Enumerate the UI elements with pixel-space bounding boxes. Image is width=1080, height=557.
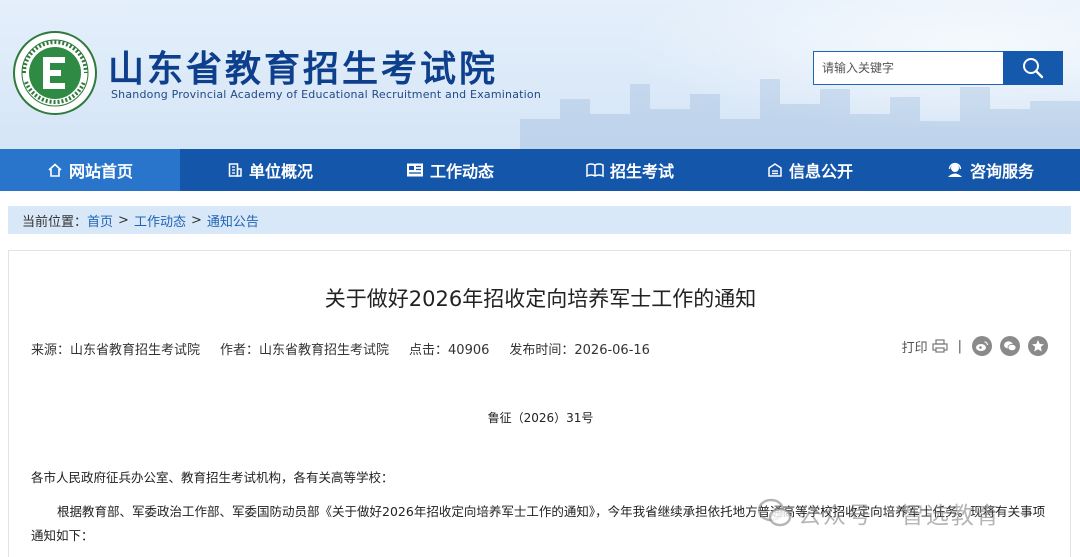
info-icon	[768, 163, 782, 177]
breadcrumb-separator: >	[118, 212, 129, 228]
nav-item-admission[interactable]: 招生考试	[540, 149, 720, 191]
nav-label: 工作动态	[429, 162, 494, 181]
home-icon	[48, 163, 62, 177]
watermark-text: 公众号 · 智选教育	[798, 503, 1001, 529]
breadcrumb: 当前位置： 首页 > 工作动态 > 通知公告	[8, 206, 1071, 234]
meta-source: 来源：山东省教育招生考试院	[31, 343, 201, 358]
breadcrumb-home-link[interactable]: 首页	[87, 211, 113, 230]
nav-label: 网站首页	[68, 162, 133, 181]
main-nav: 网站首页 单位概况 工作动态 招生考试 信息公开 咨询服务	[0, 149, 1080, 191]
meta-clicks: 点击：40906	[409, 343, 490, 358]
site-logo[interactable]	[12, 30, 98, 116]
news-icon	[406, 163, 423, 177]
article-tools: 打印 |	[902, 336, 1048, 356]
article-title: 关于做好2026年招收定向培养军士工作的通知	[324, 287, 757, 311]
print-label: 打印	[901, 340, 928, 356]
article-meta: 来源：山东省教育招生考试院 作者：山东省教育招生考试院 点击：40906 发布时…	[31, 339, 650, 358]
share-wechat-button[interactable]	[1000, 336, 1020, 356]
nav-item-info[interactable]: 信息公开	[720, 149, 900, 191]
book-icon	[586, 163, 604, 178]
tools-divider: |	[957, 338, 962, 354]
document-number: 鲁征（2026）31号	[487, 411, 594, 425]
breadcrumb-prefix: 当前位置：	[22, 214, 88, 230]
wechat-watermark-icon	[758, 498, 792, 527]
breadcrumb-news-link[interactable]: 工作动态	[134, 211, 186, 230]
site-title: 山东省教育招生考试院	[108, 49, 499, 90]
nav-label: 招生考试	[609, 162, 674, 181]
nav-label: 咨询服务	[969, 162, 1034, 181]
search-input[interactable]	[813, 51, 1003, 85]
nav-item-home[interactable]: 网站首页	[0, 149, 180, 191]
nav-item-about[interactable]: 单位概况	[180, 149, 360, 191]
nav-item-service[interactable]: 咨询服务	[900, 149, 1080, 191]
share-qzone-button[interactable]	[1028, 336, 1048, 356]
nav-label: 信息公开	[788, 162, 853, 181]
printer-icon	[932, 339, 948, 353]
wechat-icon	[1004, 341, 1017, 352]
building-icon	[228, 163, 242, 177]
search-icon	[1023, 58, 1044, 79]
search-button[interactable]	[1003, 51, 1063, 85]
meta-date: 发布时间：2026-06-16	[509, 343, 650, 358]
article-paragraph: 各市人民政府征兵办公室、教育招生考试机构，各有关高等学校：	[31, 470, 394, 485]
nav-label: 单位概况	[248, 162, 313, 181]
logo-emblem-icon	[13, 31, 97, 115]
search-bar	[813, 51, 1063, 85]
watermark: 公众号 · 智选教育	[758, 496, 1001, 530]
share-weibo-button[interactable]	[972, 336, 992, 356]
breadcrumb-separator: >	[190, 212, 202, 228]
breadcrumb-notice-link[interactable]: 通知公告	[207, 211, 259, 230]
site-header: 山东省教育招生考试院 Shandong Provincial Academy o…	[0, 0, 1080, 149]
weibo-icon	[976, 341, 989, 351]
site-subtitle: Shandong Provincial Academy of Education…	[111, 88, 542, 101]
qzone-icon	[1032, 340, 1044, 352]
user-service-icon	[947, 162, 962, 177]
meta-author: 作者：山东省教育招生考试院	[220, 343, 390, 358]
print-button[interactable]: 打印	[902, 337, 948, 356]
nav-item-news[interactable]: 工作动态	[360, 149, 540, 191]
